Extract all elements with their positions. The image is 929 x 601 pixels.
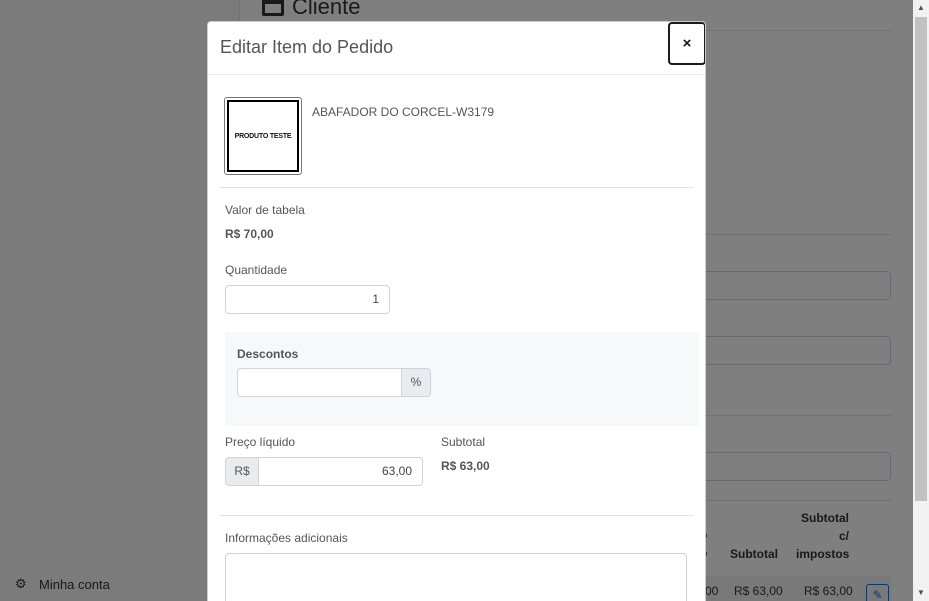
table-price-value: R$ 70,00: [225, 227, 274, 241]
percent-addon: %: [402, 368, 431, 397]
divider: [220, 515, 694, 516]
scroll-up-arrow-icon[interactable]: ▲: [913, 0, 929, 16]
discounts-title: Descontos: [237, 347, 299, 361]
product-image-text: PRODUTO TESTE: [227, 100, 299, 172]
product-name: ABAFADOR DO CORCEL-W3179: [312, 105, 495, 119]
product-image: PRODUTO TESTE: [224, 97, 302, 175]
edit-item-modal: Editar Item do Pedido × PRODUTO TESTE AB…: [207, 21, 706, 601]
scrollbar[interactable]: ▲ ▼: [913, 0, 929, 601]
quantity-label: Quantidade: [225, 263, 288, 277]
modal-title: Editar Item do Pedido: [220, 37, 394, 57]
quantity-input[interactable]: 1: [225, 285, 390, 314]
currency-addon: R$: [225, 457, 259, 486]
table-price-label: Valor de tabela: [225, 203, 305, 217]
divider: [220, 187, 694, 188]
net-price-label: Preço líquido: [225, 435, 296, 449]
modal-header: Editar Item do Pedido ×: [208, 22, 705, 75]
discount-input[interactable]: [237, 368, 402, 397]
close-button[interactable]: ×: [668, 22, 705, 65]
scroll-down-arrow-icon[interactable]: ▼: [913, 585, 929, 601]
discount-input-group: %: [237, 368, 431, 397]
net-price-input-group: R$ 63,00: [225, 457, 423, 486]
discounts-panel: Descontos %: [225, 332, 699, 426]
net-price-input[interactable]: 63,00: [259, 457, 423, 486]
subtotal-label: Subtotal: [441, 435, 486, 449]
additional-info-label: Informações adicionais: [225, 531, 348, 545]
additional-info-textarea[interactable]: [225, 553, 687, 601]
scrollbar-thumb[interactable]: [915, 17, 927, 501]
subtotal-value: R$ 63,00: [441, 459, 490, 473]
